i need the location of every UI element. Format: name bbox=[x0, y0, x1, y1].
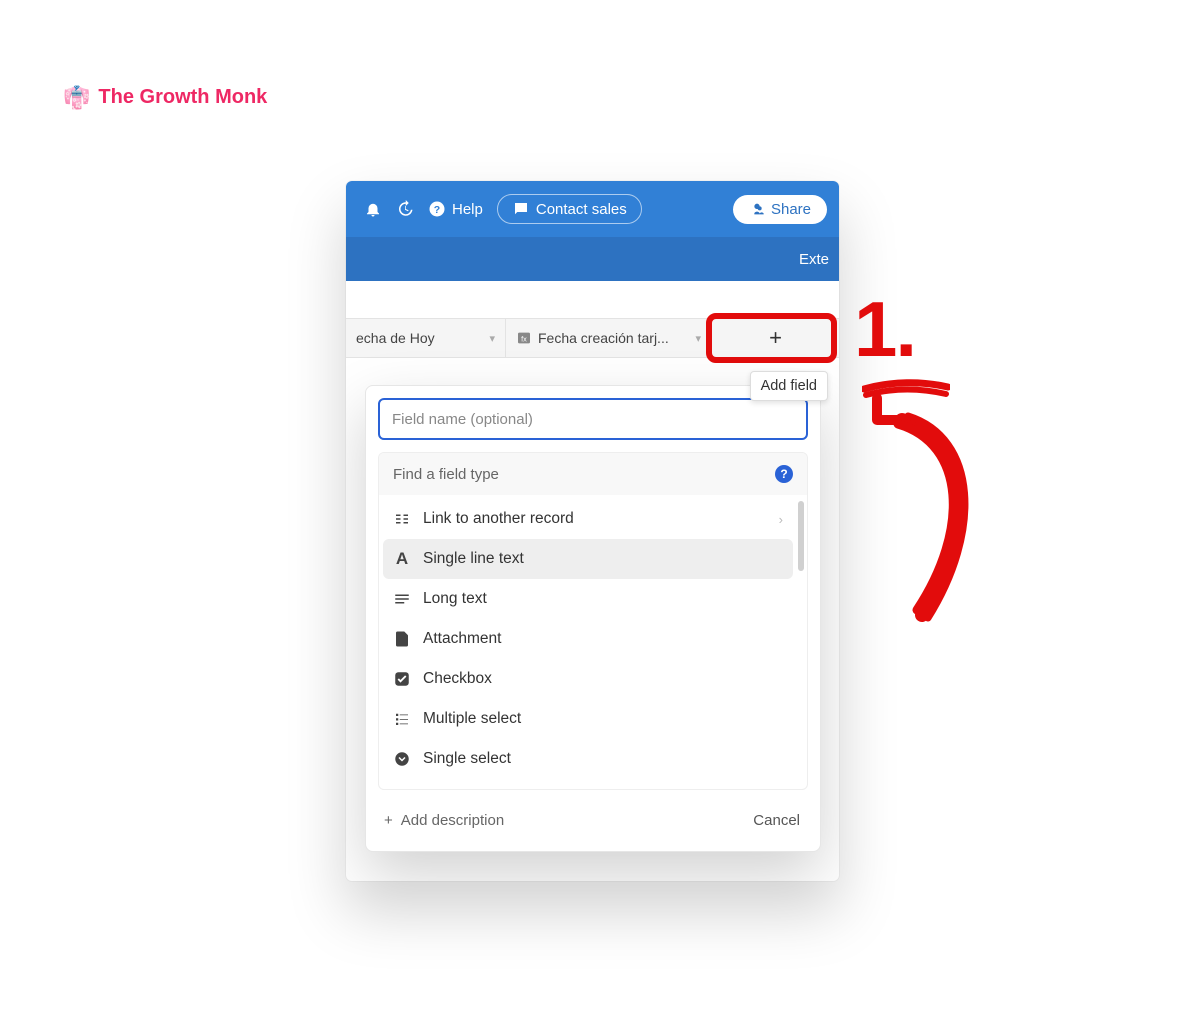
field-type-label: Single line text bbox=[423, 550, 524, 568]
share-button[interactable]: Share bbox=[733, 195, 827, 224]
chevron-right-icon: › bbox=[779, 512, 783, 527]
subbar: Exte bbox=[346, 237, 839, 281]
column-headers: echa de Hoy ▾ fx Fecha creación tarj... … bbox=[346, 318, 839, 358]
field-type-single-select[interactable]: Single select bbox=[383, 739, 793, 779]
popover-footer: + Add description Cancel bbox=[378, 790, 808, 835]
single-select-icon bbox=[393, 750, 411, 768]
field-type-single-line-text[interactable]: A Single line text bbox=[383, 539, 793, 579]
multiple-select-icon bbox=[393, 710, 411, 728]
contact-sales-button[interactable]: Contact sales bbox=[497, 194, 642, 224]
link-record-icon bbox=[393, 510, 411, 528]
svg-text:?: ? bbox=[434, 204, 440, 216]
chevron-down-icon[interactable]: ▾ bbox=[489, 332, 495, 345]
long-text-icon bbox=[393, 590, 411, 608]
brand-icon: 👘 bbox=[63, 87, 90, 109]
annotation-underline bbox=[862, 377, 950, 399]
column-header-fecha-creacion[interactable]: fx Fecha creación tarj... ▾ bbox=[506, 319, 712, 357]
field-type-label: Link to another record bbox=[423, 510, 574, 528]
field-type-label: Attachment bbox=[423, 630, 501, 648]
help-button[interactable]: ? Help bbox=[428, 200, 483, 218]
help-label: Help bbox=[452, 201, 483, 218]
help-icon[interactable]: ? bbox=[775, 465, 793, 483]
annotation-arrow bbox=[862, 380, 982, 630]
field-name-input[interactable] bbox=[378, 398, 808, 440]
history-icon[interactable] bbox=[396, 200, 414, 218]
column-label: echa de Hoy bbox=[356, 330, 435, 346]
field-type-label: Checkbox bbox=[423, 670, 492, 688]
field-type-list: Link to another record › A Single line t… bbox=[379, 495, 807, 789]
add-field-tooltip: Add field bbox=[750, 371, 828, 401]
brand-name: The Growth Monk bbox=[98, 86, 267, 109]
field-type-label: Multiple select bbox=[423, 710, 521, 728]
subbar-text: Exte bbox=[799, 251, 829, 268]
field-type-checkbox[interactable]: Checkbox bbox=[383, 659, 793, 699]
svg-text:fx: fx bbox=[521, 334, 527, 343]
find-field-type-header[interactable]: Find a field type ? bbox=[379, 453, 807, 495]
column-label: Fecha creación tarj... bbox=[538, 330, 669, 346]
add-description-label: Add description bbox=[401, 812, 504, 829]
add-field-popover: Find a field type ? Link to another reco… bbox=[365, 385, 821, 852]
attachment-icon bbox=[393, 630, 411, 648]
plus-icon: + bbox=[769, 325, 782, 351]
annotation-number: 1. bbox=[854, 284, 915, 375]
formula-field-icon: fx bbox=[516, 330, 532, 346]
field-type-long-text[interactable]: Long text bbox=[383, 579, 793, 619]
scrollbar-thumb[interactable] bbox=[798, 501, 804, 571]
contact-sales-label: Contact sales bbox=[536, 201, 627, 218]
column-header-fecha-hoy[interactable]: echa de Hoy ▾ bbox=[346, 319, 506, 357]
chevron-down-icon[interactable]: ▾ bbox=[695, 332, 701, 345]
share-label: Share bbox=[771, 201, 811, 218]
field-type-multiple-select[interactable]: Multiple select bbox=[383, 699, 793, 739]
topbar: ? Help Contact sales Share bbox=[346, 181, 839, 237]
add-description-button[interactable]: + Add description bbox=[384, 812, 504, 829]
text-a-icon: A bbox=[393, 550, 411, 568]
bell-icon[interactable] bbox=[364, 200, 382, 218]
cancel-button[interactable]: Cancel bbox=[753, 812, 800, 829]
app-window: ? Help Contact sales Share Exte echa de … bbox=[346, 181, 839, 881]
brand: 👘 The Growth Monk bbox=[63, 86, 267, 109]
field-type-label: Single select bbox=[423, 750, 511, 768]
plus-icon: + bbox=[384, 812, 393, 829]
checkbox-icon bbox=[393, 670, 411, 688]
field-type-panel: Find a field type ? Link to another reco… bbox=[378, 452, 808, 790]
field-type-label: Long text bbox=[423, 590, 487, 608]
add-field-button[interactable]: + bbox=[712, 319, 839, 357]
field-type-attachment[interactable]: Attachment bbox=[383, 619, 793, 659]
find-field-type-label: Find a field type bbox=[393, 466, 499, 483]
field-type-link-record[interactable]: Link to another record › bbox=[383, 499, 793, 539]
